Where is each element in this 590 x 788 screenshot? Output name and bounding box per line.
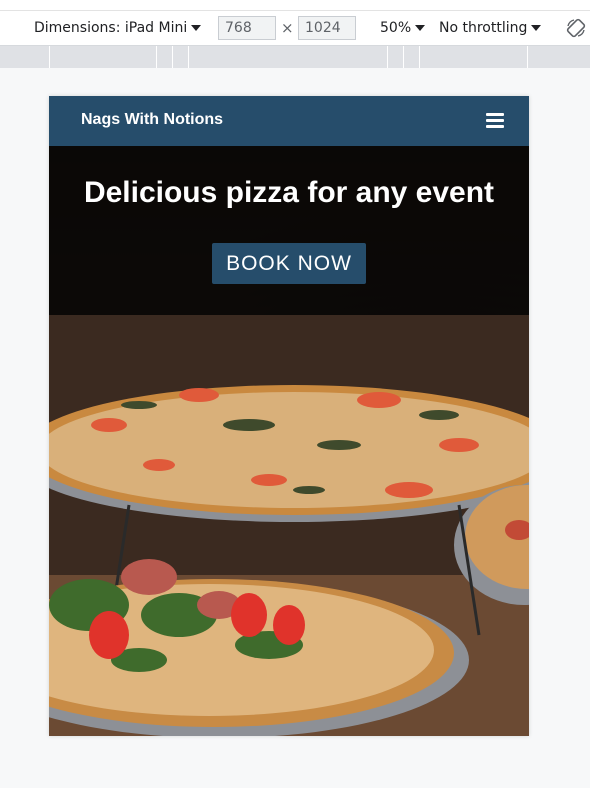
height-input[interactable]: 1024 (298, 16, 356, 40)
hamburger-menu-icon[interactable] (486, 113, 504, 128)
dimensions-label: Dimensions: iPad Mini (34, 20, 188, 36)
device-viewport: Nags With Notions Delicious pizza for an… (49, 96, 529, 736)
hero-title: Delicious pizza for any event (83, 176, 495, 209)
device-dimensions-dropdown[interactable]: Dimensions: iPad Mini (34, 11, 202, 45)
pizza-hero-image (49, 315, 529, 736)
zoom-label: 50% (380, 20, 412, 36)
book-now-button[interactable]: BOOK NOW (212, 243, 366, 284)
zoom-dropdown[interactable]: 50% (380, 11, 426, 45)
device-toolbar: Dimensions: iPad Mini 768 × 1024 50% No … (0, 11, 590, 46)
zoom-caret-icon (415, 25, 426, 31)
hero-overlay (49, 146, 529, 315)
dimensions-caret-icon (191, 25, 202, 31)
throttling-label: No throttling (439, 20, 528, 36)
brand-name[interactable]: Nags With Notions (81, 111, 223, 129)
rotate-icon[interactable] (565, 11, 587, 45)
throttling-dropdown[interactable]: No throttling (439, 11, 542, 45)
times-symbol: × (281, 19, 294, 37)
site-navbar: Nags With Notions (49, 96, 529, 146)
width-input[interactable]: 768 (218, 16, 276, 40)
browser-top-strip (0, 0, 590, 11)
throttling-caret-icon (531, 25, 542, 31)
media-query-ruler (0, 46, 590, 68)
